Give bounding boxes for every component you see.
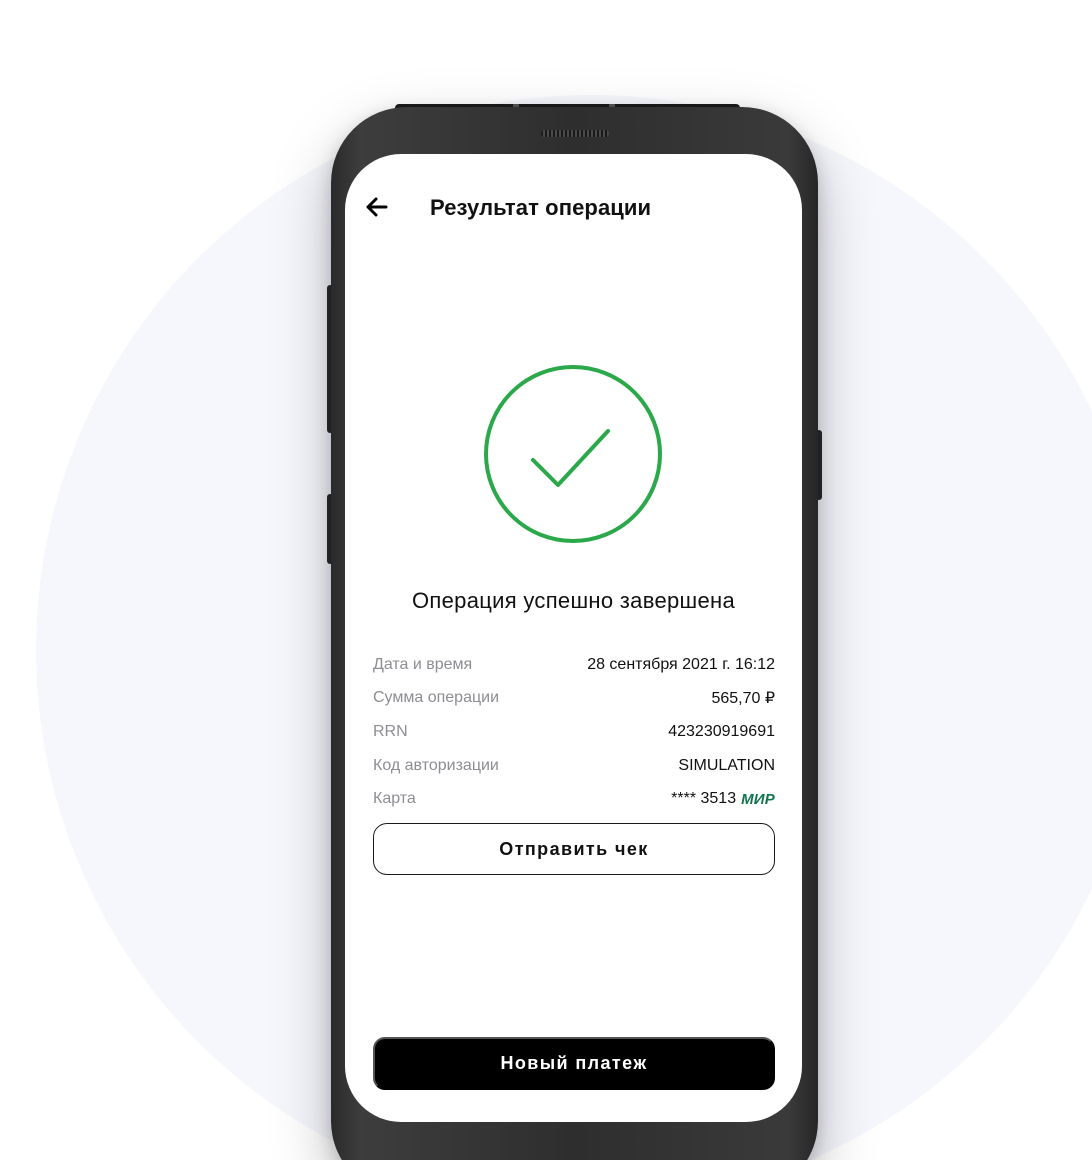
detail-value: 565,70 ₽: [711, 690, 775, 708]
detail-value: SIMULATION: [678, 756, 775, 774]
detail-value: **** 3513 МИР: [671, 790, 775, 808]
detail-label: Карта: [373, 790, 416, 808]
detail-label: Код авторизации: [373, 756, 499, 774]
new-payment-button[interactable]: Новый платеж: [373, 1037, 775, 1090]
card-number: **** 3513: [671, 790, 737, 808]
detail-row-datetime: Дата и время 28 сентября 2021 г. 16:12: [373, 648, 775, 682]
detail-row-rrn: RRN 423230919691: [373, 715, 775, 749]
status-message: Операция успешно завершена: [412, 588, 735, 613]
detail-label: RRN: [373, 722, 408, 740]
send-receipt-button[interactable]: Отправить чек: [373, 823, 775, 875]
check-circle-icon: [482, 363, 664, 545]
detail-label: Сумма операции: [373, 689, 500, 707]
detail-row-auth-code: Код авторизации SIMULATION: [373, 749, 775, 783]
mir-logo-icon: МИР: [741, 790, 775, 808]
arrow-left-icon[interactable]: [366, 197, 388, 217]
detail-row-amount: Сумма операции 565,70 ₽: [373, 682, 775, 716]
detail-row-card: Карта **** 3513 МИР: [373, 782, 775, 816]
operation-details: Дата и время 28 сентября 2021 г. 16:12 С…: [373, 648, 775, 816]
detail-label: Дата и время: [373, 655, 473, 673]
phone-speaker: [541, 130, 609, 137]
phone-screen: Результат операции Операция успешно заве…: [345, 154, 802, 1122]
detail-value: 423230919691: [668, 722, 775, 740]
page-title: Результат операции: [430, 195, 652, 220]
detail-value: 28 сентября 2021 г. 16:12: [587, 655, 775, 673]
